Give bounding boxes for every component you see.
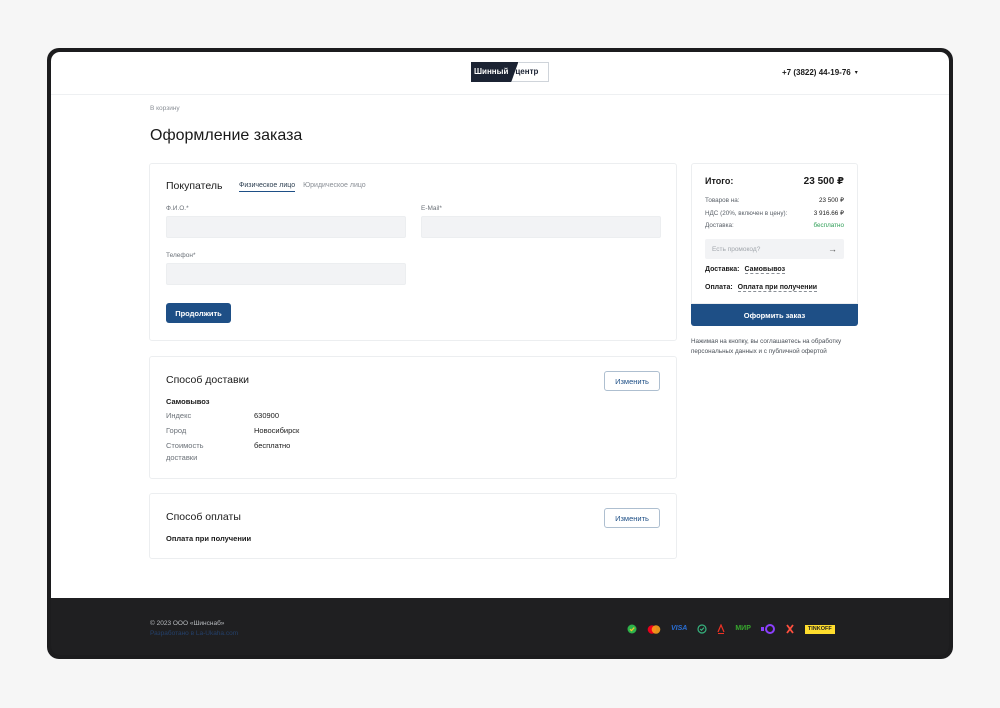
delivery-row-city: Город Новосибирск — [166, 425, 299, 437]
delivery-key: Город — [166, 426, 187, 435]
payment-method: Оплата при получении — [166, 534, 252, 543]
mir-icon: МИР — [735, 625, 751, 632]
summary-rows: Товаров на: 23 500 ₽ НДС (20%, включен в… — [705, 195, 844, 233]
promo-code-input[interactable]: Есть промокод? → — [705, 239, 844, 259]
payment-title: Способ оплаты — [166, 511, 241, 523]
delivery-row-index: Индекс 630900 — [166, 410, 299, 422]
phone-label: Телефон* — [166, 252, 196, 259]
change-delivery-button[interactable]: Изменить — [604, 371, 660, 391]
total-value: 23 500 ₽ — [803, 176, 844, 187]
summary-payment-label: Оплата: — [705, 284, 733, 291]
tab-individual[interactable]: Физическое лицо — [239, 182, 296, 192]
delivery-method: Самовывоз — [166, 397, 210, 406]
payment-card: Способ оплаты Изменить Оплата при получе… — [149, 493, 677, 559]
summary-key: Товаров на: — [705, 197, 740, 204]
summary-row-delivery: Доставка: бесплатно — [705, 220, 844, 233]
delivery-value: Новосибирск — [254, 426, 300, 435]
buyer-card: Покупатель Физическое лицо Юридическое л… — [149, 163, 677, 341]
site-footer: © 2023 ООО «Шинснаб» Разработано в La-Uk… — [51, 598, 949, 655]
summary-delivery: Доставка: Самовывоз — [705, 266, 786, 274]
delivery-key: Стоимость доставки — [166, 441, 204, 462]
delivery-title: Способ доставки — [166, 374, 250, 386]
caret-down-icon: ▾ — [854, 70, 858, 76]
summary-row-goods: Товаров на: 23 500 ₽ — [705, 195, 844, 208]
mastercard-icon — [647, 624, 661, 634]
delivery-key: Индекс — [166, 411, 192, 420]
email-field[interactable] — [421, 216, 661, 238]
browser-screen: Шинный центр +7 (3822) 44-19-76 ▾ В корз… — [51, 52, 949, 598]
name-label: Ф.И.О.* — [166, 205, 189, 212]
summary-value: 3 916.66 ₽ — [813, 209, 844, 217]
logo-dark-part: Шинный — [471, 62, 519, 82]
breadcrumb-back-to-cart[interactable]: В корзину — [150, 105, 180, 112]
delivery-card: Способ доставки Изменить Самовывоз Индек… — [149, 356, 677, 479]
continue-button[interactable]: Продолжить — [166, 303, 231, 323]
sberpay-icon — [627, 624, 637, 634]
summary-delivery-value[interactable]: Самовывоз — [744, 266, 786, 274]
summary-value: бесплатно — [813, 222, 845, 229]
phone-number: +7 (3822) 44-19-76 — [782, 68, 851, 77]
buyer-title: Покупатель — [166, 180, 223, 192]
alfa-icon — [717, 624, 725, 634]
summary-key: НДС (20%, включен в цену): — [705, 209, 788, 217]
buyer-type-tabs: Физическое лицо Юридическое лицо — [239, 182, 366, 192]
delivery-details: Индекс 630900 Город Новосибирск Стоимост… — [166, 410, 299, 467]
summary-payment: Оплата: Оплата при получении — [705, 284, 818, 292]
email-label: E-Mail* — [421, 205, 442, 212]
phone-dropdown[interactable]: +7 (3822) 44-19-76 ▾ — [782, 68, 858, 77]
site-logo[interactable]: Шинный центр — [471, 62, 550, 82]
developer-link[interactable]: Разработано в La-Ukaha.com — [150, 630, 238, 637]
x-icon — [786, 624, 794, 634]
name-field[interactable] — [166, 216, 406, 238]
checkout-button[interactable]: Оформить заказ — [691, 304, 858, 326]
delivery-value: 630900 — [254, 411, 280, 420]
delivery-value: бесплатно — [254, 441, 291, 450]
summary-payment-value[interactable]: Оплата при получении — [737, 284, 818, 292]
promo-placeholder: Есть промокод? — [712, 245, 761, 253]
page-title: Оформление заказа — [150, 127, 303, 144]
delivery-row-cost: Стоимость доставки бесплатно — [166, 440, 299, 464]
change-payment-button[interactable]: Изменить — [604, 508, 660, 528]
order-summary: Итого: 23 500 ₽ Товаров на: 23 500 ₽ НДС… — [691, 163, 858, 304]
summary-header: Итого: 23 500 ₽ — [705, 176, 844, 187]
site-header: Шинный центр +7 (3822) 44-19-76 ▾ — [51, 52, 949, 95]
sbp-icon — [697, 624, 707, 634]
phone-field[interactable] — [166, 263, 406, 285]
summary-row-vat: НДС (20%, включен в цену): 3 916.66 ₽ — [705, 208, 844, 221]
tinkoff-icon: TINKOFF — [804, 624, 835, 634]
visa-icon: VISA — [671, 625, 688, 632]
arrow-right-icon[interactable]: → — [828, 244, 837, 254]
logo-light-part: центр — [512, 62, 550, 82]
payment-methods: VISA МИР TINKOFF — [627, 623, 835, 635]
summary-key: Доставка: — [705, 222, 734, 229]
agreement-text: Нажимая на кнопку, вы соглашаетесь на об… — [691, 338, 842, 355]
yoomoney-icon — [760, 624, 775, 634]
summary-value: 23 500 ₽ — [818, 197, 844, 204]
summary-delivery-label: Доставка: — [705, 266, 740, 273]
tab-legal-entity[interactable]: Юридическое лицо — [303, 182, 366, 192]
total-label: Итого: — [705, 176, 734, 186]
copyright: © 2023 ООО «Шинснаб» — [150, 620, 225, 627]
